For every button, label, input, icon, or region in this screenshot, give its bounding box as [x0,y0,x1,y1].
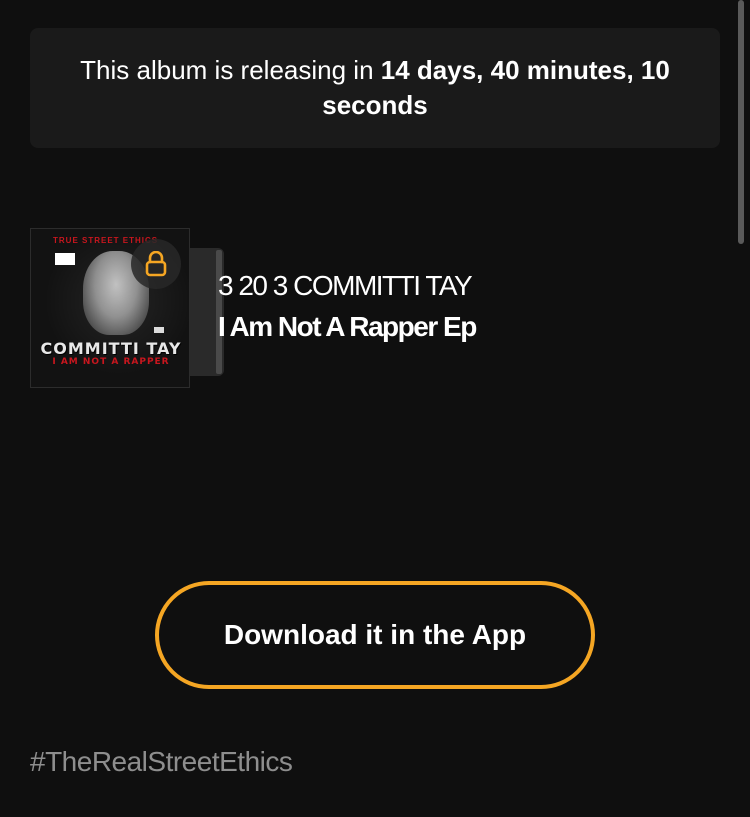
countdown-time-remaining: 14 days, 40 minutes, 10 seconds [322,55,670,120]
download-in-app-button[interactable]: Download it in the App [155,581,595,689]
footer-hashtag: #TheRealStreetEthics [30,746,293,777]
album-title[interactable]: I Am Not A Rapper Ep [218,304,477,350]
cover-title: COMMITTI TAY [40,339,182,358]
album-artist: 3 20 3 COMMITTI TAY [218,270,473,301]
release-countdown-banner: This album is releasing in 14 days, 40 m… [30,28,720,148]
album-item[interactable]: TRUE STREET ETHICS COMMITTI TAY I AM NOT… [30,228,720,388]
locked-badge [131,239,181,289]
lock-icon [145,251,167,277]
cover-small-badge [154,327,164,333]
album-meta: 3 20 3 COMMITTI TAY I Am Not A Rapper Ep [218,268,477,350]
parental-advisory-icon [55,253,75,265]
countdown-text: This album is releasing in 14 days, 40 m… [70,53,680,123]
album-cover[interactable]: TRUE STREET ETHICS COMMITTI TAY I AM NOT… [30,228,190,388]
page-scrollbar[interactable] [738,0,744,244]
countdown-prefix: This album is releasing in [80,55,374,85]
cover-subtitle: I AM NOT A RAPPER [52,357,170,367]
